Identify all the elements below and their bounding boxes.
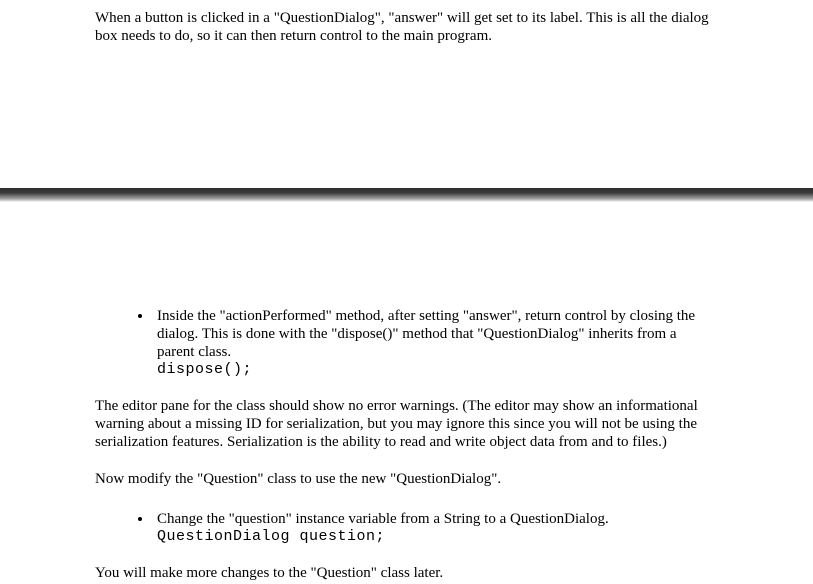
page-break — [0, 188, 813, 202]
list-item: Inside the "actionPerformed" method, aft… — [153, 307, 716, 379]
bullet-list-1: Inside the "actionPerformed" method, aft… — [95, 307, 716, 379]
body-paragraph: Now modify the "Question" class to use t… — [95, 470, 716, 488]
body-paragraph: You will make more changes to the "Quest… — [95, 564, 716, 582]
bullet-text: Change the "question" instance variable … — [157, 510, 716, 528]
top-section: When a button is clicked in a "QuestionD… — [0, 9, 813, 45]
intro-paragraph: When a button is clicked in a "QuestionD… — [95, 9, 716, 45]
bottom-section: Inside the "actionPerformed" method, aft… — [0, 307, 813, 582]
code-line: QuestionDialog question; — [157, 528, 716, 546]
bullet-list-2: Change the "question" instance variable … — [95, 510, 716, 546]
code-line: dispose(); — [157, 361, 716, 379]
bullet-text: Inside the "actionPerformed" method, aft… — [157, 307, 716, 361]
list-item: Change the "question" instance variable … — [153, 510, 716, 546]
body-paragraph: The editor pane for the class should sho… — [95, 397, 716, 451]
